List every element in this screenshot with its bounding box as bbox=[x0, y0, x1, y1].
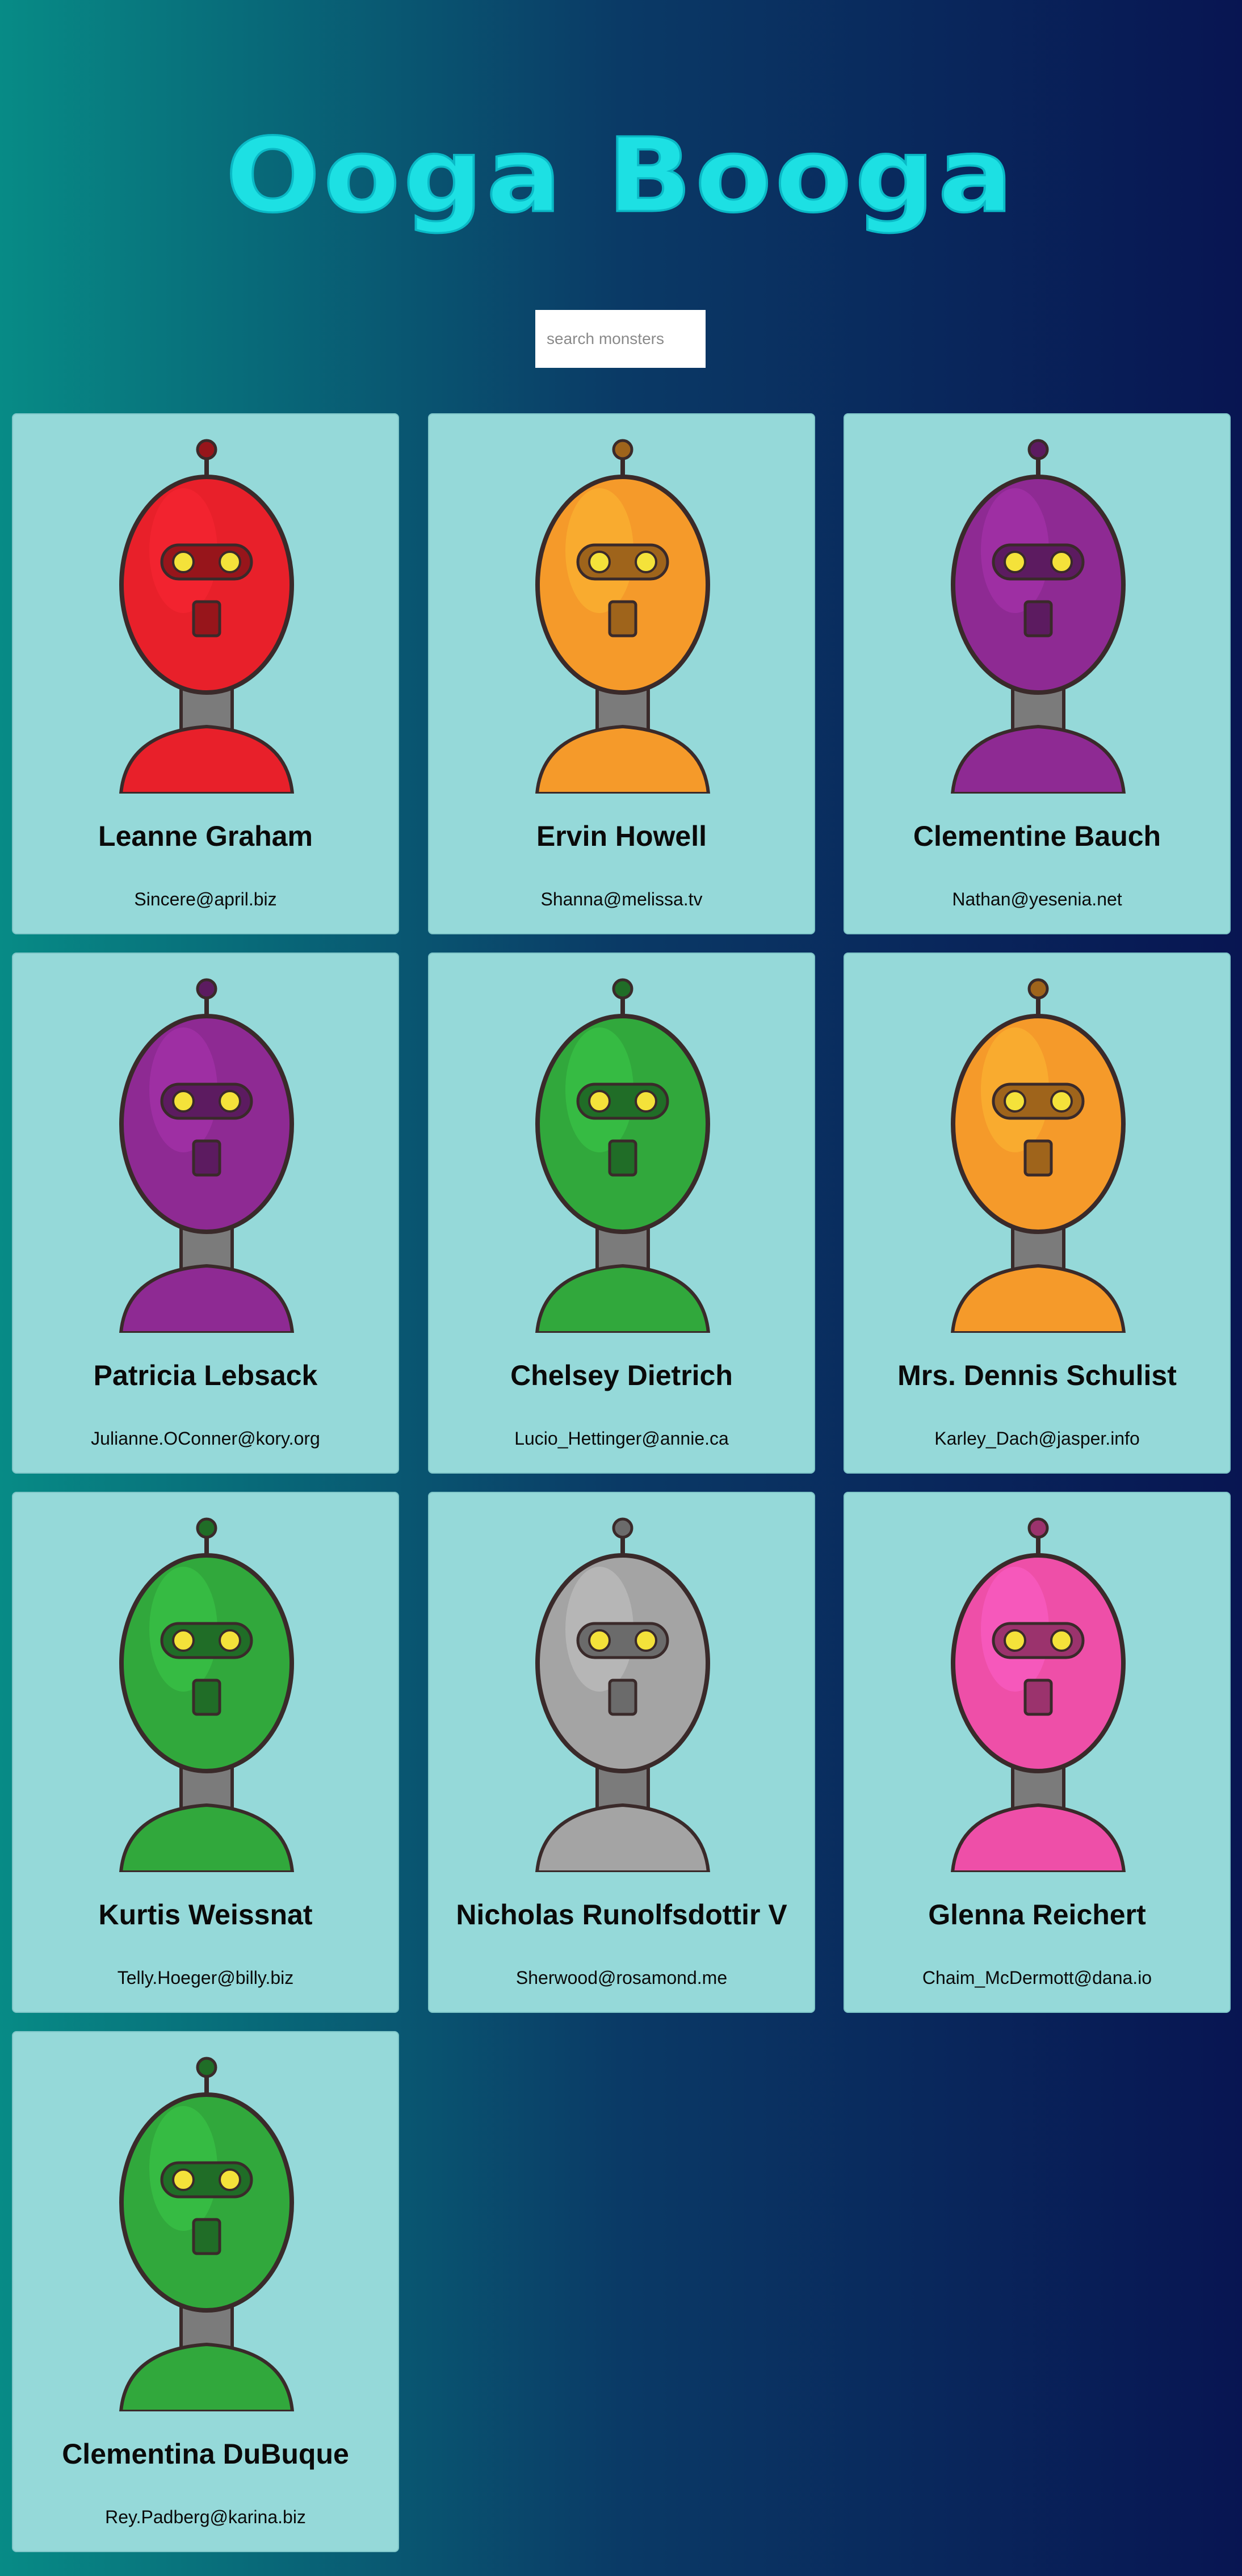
monster-email: Shanna@melissa.tv bbox=[540, 889, 703, 909]
robot-avatar-icon bbox=[535, 1517, 711, 1872]
monster-card: Clementina DuBuque Rey.Padberg@karina.biz bbox=[12, 2031, 399, 2552]
monster-card: Glenna Reichert Chaim_McDermott@dana.io bbox=[844, 1492, 1231, 2013]
monster-card: Mrs. Dennis Schulist Karley_Dach@jasper.i… bbox=[844, 953, 1231, 1474]
monster-email: Chaim_McDermott@dana.io bbox=[922, 1967, 1152, 1988]
monster-email: Karley_Dach@jasper.info bbox=[934, 1428, 1140, 1449]
monster-email: Nathan@yesenia.net bbox=[952, 889, 1122, 909]
monster-name: Glenna Reichert bbox=[928, 1899, 1146, 1931]
monster-name: Clementina DuBuque bbox=[62, 2438, 349, 2470]
monster-name: Kurtis Weissnat bbox=[98, 1899, 313, 1931]
monster-card: Leanne Graham Sincere@april.biz bbox=[12, 413, 399, 934]
monster-card: Kurtis Weissnat Telly.Hoeger@billy.biz bbox=[12, 1492, 399, 2013]
robot-avatar-icon bbox=[535, 978, 711, 1333]
monster-name: Chelsey Dietrich bbox=[510, 1360, 733, 1391]
robot-avatar-icon bbox=[535, 439, 711, 794]
monster-email: Sherwood@rosamond.me bbox=[515, 1967, 728, 1988]
robot-avatar-icon bbox=[950, 439, 1126, 794]
monster-name: Leanne Graham bbox=[98, 820, 313, 852]
monster-email: Rey.Padberg@karina.biz bbox=[105, 2507, 306, 2527]
monster-name: Mrs. Dennis Schulist bbox=[897, 1360, 1177, 1391]
monster-card: Ervin Howell Shanna@melissa.tv bbox=[428, 413, 815, 934]
monster-name: Clementine Bauch bbox=[913, 820, 1161, 852]
monster-card: Nicholas Runolfsdottir V Sherwood@rosamon… bbox=[428, 1492, 815, 2013]
robot-avatar-icon bbox=[119, 439, 295, 794]
app-root: Ooga Booga Leanne Graham Sincere@april.bi… bbox=[0, 0, 1242, 2576]
monster-email: Lucio_Hettinger@annie.ca bbox=[514, 1428, 729, 1449]
monster-name: Ervin Howell bbox=[536, 820, 707, 852]
robot-avatar-icon bbox=[119, 1517, 295, 1872]
monster-email: Telly.Hoeger@billy.biz bbox=[117, 1967, 294, 1988]
robot-avatar-icon bbox=[119, 2057, 295, 2411]
monster-email: Julianne.OConner@kory.org bbox=[91, 1428, 320, 1449]
robot-avatar-icon bbox=[950, 978, 1126, 1333]
robot-avatar-icon bbox=[119, 978, 295, 1333]
robot-avatar-icon bbox=[950, 1517, 1126, 1872]
monster-card: Clementine Bauch Nathan@yesenia.net bbox=[844, 413, 1231, 934]
monster-name: Patricia Lebsack bbox=[93, 1360, 318, 1391]
search-input[interactable] bbox=[535, 310, 706, 368]
monster-name: Nicholas Runolfsdottir V bbox=[456, 1899, 787, 1931]
app-title: Ooga Booga bbox=[224, 116, 1017, 236]
monster-card: Patricia Lebsack Julianne.OConner@kory.or… bbox=[12, 953, 399, 1474]
monster-card: Chelsey Dietrich Lucio_Hettinger@annie.ca bbox=[428, 953, 815, 1474]
monster-email: Sincere@april.biz bbox=[134, 889, 277, 909]
